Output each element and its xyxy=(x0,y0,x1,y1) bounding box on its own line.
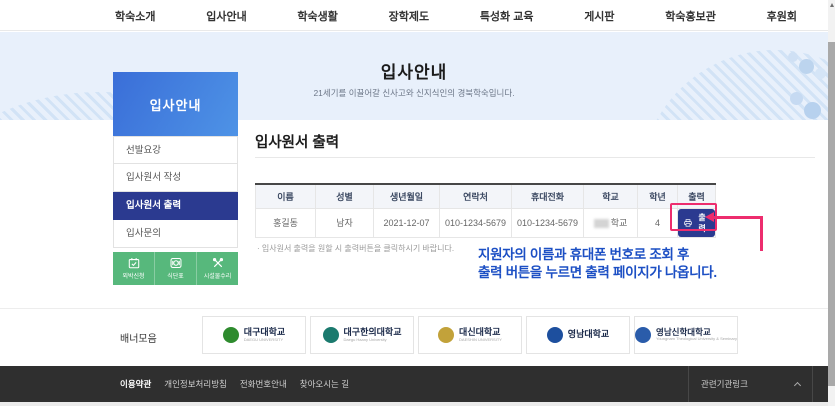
cell-mobile: 010-1234-5679 xyxy=(512,208,584,237)
col-grade: 학년 xyxy=(638,184,678,208)
related-links-label: 관련기관링크 xyxy=(701,378,748,390)
university-banner-row: 대구대학교DAEGU UNIVERSITY 대구한의대학교Daegu Haany… xyxy=(202,316,738,354)
scrollbar-up-arrow-icon[interactable] xyxy=(830,3,834,7)
sidebar-item-write-application[interactable]: 입사원서 작성 xyxy=(113,164,238,192)
annotation-text: 지원자의 이름과 휴대폰 번호로 조회 후 출력 버튼을 누르면 출력 페이지가… xyxy=(478,246,717,282)
application-table: 이름 성별 생년월일 연락처 휴대전화 학교 학년 출력 홍길동 남자 2021… xyxy=(255,183,716,238)
cell-name: 홍길동 xyxy=(256,208,316,237)
cell-contact: 010-1234-5679 xyxy=(440,208,512,237)
sidebar-menu: 선발요강 입사원서 작성 입사원서 출력 입사문의 xyxy=(113,136,238,248)
university-subname: Youngnam Theological University & Semina… xyxy=(656,337,737,341)
nav-item-life[interactable]: 학숙생활 xyxy=(297,8,337,24)
footer: 이용약관 개인정보처리방침 전화번호안내 찾아오시는 길 관련기관링크 xyxy=(0,366,828,402)
nav-menu: 학숙소개 입사안내 학숙생활 장학제도 특성화 교육 게시판 학숙홍보관 후원회 xyxy=(115,0,797,31)
scrollbar-track[interactable] xyxy=(828,0,835,406)
col-print: 출력 xyxy=(678,184,716,208)
quick-label: 시설물수리 xyxy=(204,271,232,280)
meal-icon xyxy=(170,257,182,269)
nav-item-intro[interactable]: 학숙소개 xyxy=(115,8,155,24)
col-gender: 성별 xyxy=(316,184,374,208)
scrollbar-thumb[interactable] xyxy=(828,42,835,386)
col-mobile: 휴대전화 xyxy=(512,184,584,208)
banner-daegu-haany-university[interactable]: 대구한의대학교Daegu Haany University xyxy=(310,316,414,354)
decor-dot xyxy=(804,102,821,119)
sidebar-title: 입사안내 xyxy=(113,72,238,136)
page: 학숙소개 입사안내 학숙생활 장학제도 특성화 교육 게시판 학숙홍보관 후원회… xyxy=(0,0,835,406)
col-contact: 연락처 xyxy=(440,184,512,208)
nav-item-supporters[interactable]: 후원회 xyxy=(767,8,797,24)
sidebar-item-print-application[interactable]: 입사원서 출력 xyxy=(113,192,238,220)
col-birthdate: 생년월일 xyxy=(374,184,440,208)
cell-school: 학교 xyxy=(584,208,638,237)
university-logo xyxy=(223,327,239,343)
footer-link-phone-guide[interactable]: 전화번호안내 xyxy=(240,378,287,390)
footer-links: 이용약관 개인정보처리방침 전화번호안내 찾아오시는 길 xyxy=(120,366,349,402)
col-name: 이름 xyxy=(256,184,316,208)
sidebar-item-guidelines[interactable]: 선발요강 xyxy=(113,136,238,164)
banner-youngnam-theological-university[interactable]: 영남신학대학교Youngnam Theological University &… xyxy=(634,316,738,354)
footer-link-directions[interactable]: 찾아오시는 길 xyxy=(300,378,349,390)
banner-collection-label: 배너모음 xyxy=(120,330,157,345)
related-links-dropdown[interactable]: 관련기관링크 xyxy=(688,366,813,402)
arrow-line-horizontal xyxy=(714,216,762,219)
quick-overnight-request[interactable]: 외박신청 xyxy=(113,252,155,285)
arrow-left-icon xyxy=(705,212,714,222)
annotation-line-1: 지원자의 이름과 휴대폰 번호로 조회 후 xyxy=(478,246,717,264)
university-subname: DAESHIN UNIVERSITY xyxy=(459,338,502,342)
university-subname: DAEGU UNIVERSITY xyxy=(244,338,285,342)
footer-link-terms[interactable]: 이용약관 xyxy=(120,378,151,390)
redacted-school-name xyxy=(594,219,609,228)
top-navigation: 학숙소개 입사안내 학숙생활 장학제도 특성화 교육 게시판 학숙홍보관 후원회 xyxy=(0,0,828,31)
page-bottom-strip xyxy=(0,402,835,406)
table-note: · 입사원서 출력을 원할 시 출력버튼을 클릭하시기 바랍니다. xyxy=(257,243,454,254)
footer-link-privacy[interactable]: 개인정보처리방침 xyxy=(164,378,227,390)
nav-item-scholarship[interactable]: 장학제도 xyxy=(389,8,429,24)
table-row: 홍길동 남자 2021-12-07 010-1234-5679 010-1234… xyxy=(256,208,716,237)
university-logo xyxy=(635,327,651,343)
annotation-line-2: 출력 버튼을 누르면 출력 페이지가 나옵니다. xyxy=(478,264,717,282)
banner-daegu-university[interactable]: 대구대학교DAEGU UNIVERSITY xyxy=(202,316,306,354)
nav-item-admission[interactable]: 입사안내 xyxy=(206,8,246,24)
banner-yeungnam-university[interactable]: 영남대학교 xyxy=(526,316,630,354)
quick-label: 식단표 xyxy=(167,271,184,280)
sidebar-item-inquiry[interactable]: 입사문의 xyxy=(113,220,238,248)
arrow-line-vertical xyxy=(760,216,763,251)
university-subname: Daegu Haany University xyxy=(344,338,402,342)
chevron-up-icon xyxy=(794,381,801,388)
printer-icon xyxy=(684,219,692,227)
divider xyxy=(0,308,828,309)
university-logo xyxy=(438,327,454,343)
table-header-row: 이름 성별 생년월일 연락처 휴대전화 학교 학년 출력 xyxy=(256,184,716,208)
cell-gender: 남자 xyxy=(316,208,374,237)
banner-daeshin-university[interactable]: 대신대학교DAESHIN UNIVERSITY xyxy=(418,316,522,354)
nav-item-board[interactable]: 게시판 xyxy=(584,8,614,24)
university-logo xyxy=(323,327,339,343)
sidebar-quick-menu: 외박신청 식단표 시설물수리 xyxy=(113,252,238,285)
content-title: 입사원서 출력 xyxy=(255,131,815,158)
nav-item-promotion[interactable]: 학숙홍보관 xyxy=(665,8,716,24)
quick-meal-plan[interactable]: 식단표 xyxy=(155,252,197,285)
tools-icon xyxy=(212,257,224,269)
cell-birthdate: 2021-12-07 xyxy=(374,208,440,237)
col-school: 학교 xyxy=(584,184,638,208)
university-name: 영남대학교 xyxy=(568,330,609,340)
quick-facility-repair[interactable]: 시설물수리 xyxy=(197,252,238,285)
quick-label: 외박신청 xyxy=(122,271,144,280)
nav-item-education[interactable]: 특성화 교육 xyxy=(480,8,534,24)
calendar-icon xyxy=(128,257,140,269)
cell-grade: 4 xyxy=(638,208,678,237)
university-logo xyxy=(547,327,563,343)
